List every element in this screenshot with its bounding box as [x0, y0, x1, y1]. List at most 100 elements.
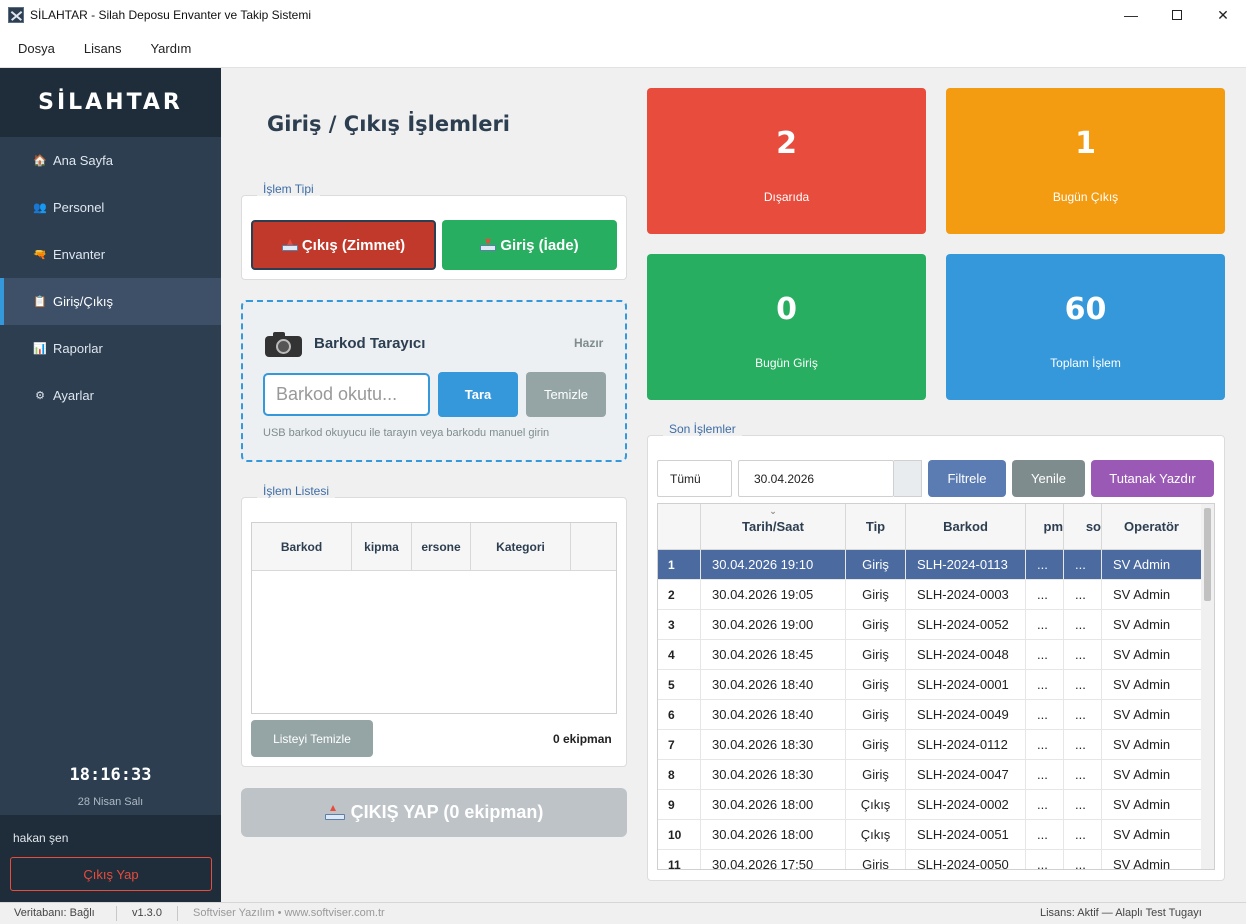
recent-transactions-table[interactable]: ⌄ Tarih/Saat Tip Barkod pm so Operatör 13…: [657, 503, 1215, 870]
table-row[interactable]: 10 30.04.2026 18:00 Çıkış SLH-2024-0051....…: [658, 820, 1202, 850]
app-icon: [8, 7, 24, 23]
stat-value: 0: [776, 292, 797, 327]
operator-cell: SV Admin: [1102, 550, 1202, 579]
column-header[interactable]: Kategori: [471, 523, 571, 570]
truncated-cell: ...: [1064, 730, 1102, 759]
table-row[interactable]: 3 30.04.2026 19:00 Giriş SLH-2024-0052.....…: [658, 610, 1202, 640]
menu-bar: Dosya Lisans Yardım: [0, 30, 1246, 68]
scanner-help-text: USB barkod okuyucu ile tarayın veya bark…: [263, 427, 550, 439]
operator-cell: SV Admin: [1102, 700, 1202, 729]
sidebar-item-2[interactable]: 🔫 Envanter: [0, 231, 221, 278]
date-filter-input[interactable]: 30.04.2026: [738, 460, 894, 497]
clear-barcode-button[interactable]: Temizle: [526, 372, 606, 417]
table-row[interactable]: 2 30.04.2026 19:05 Giriş SLH-2024-0003.....…: [658, 580, 1202, 610]
scan-button[interactable]: Tara: [438, 372, 518, 417]
logout-button[interactable]: Çıkış Yap: [10, 857, 212, 891]
truncated-cell: ...: [1026, 730, 1064, 759]
sidebar-item-3[interactable]: 📋 Giriş/Çıkış: [0, 278, 221, 325]
page-title: Giriş / Çıkış İşlemleri: [267, 112, 510, 136]
truncated-cell: ...: [1026, 610, 1064, 639]
barcode-cell: SLH-2024-0049: [906, 700, 1026, 729]
barcode-input[interactable]: [263, 373, 430, 416]
submit-checkout-button[interactable]: ÇIKIŞ YAP (0 ekipman): [241, 788, 627, 837]
column-header[interactable]: ⌄ Tarih/Saat: [701, 504, 846, 549]
sidebar-item-label: Personel: [53, 200, 105, 215]
table-row[interactable]: 11 30.04.2026 17:50 Giriş SLH-2024-0050....…: [658, 850, 1202, 869]
db-status: Veritabanı: Bağlı: [14, 907, 95, 919]
checkout-type-button[interactable]: Çıkış (Zimmet): [251, 220, 436, 270]
column-header[interactable]: kipma: [352, 523, 412, 570]
column-header[interactable]: Operatör: [1102, 504, 1202, 549]
sidebar-item-4[interactable]: 📊 Raporlar: [0, 325, 221, 372]
gun-icon: 🔫: [33, 248, 47, 261]
checkin-type-button[interactable]: Giriş (İade): [442, 220, 617, 270]
truncated-cell: ...: [1064, 580, 1102, 609]
operator-cell: SV Admin: [1102, 760, 1202, 789]
column-header[interactable]: Tip: [846, 504, 906, 549]
maximize-button[interactable]: [1154, 0, 1200, 30]
table-row[interactable]: 9 30.04.2026 18:00 Çıkış SLH-2024-0002.....…: [658, 790, 1202, 820]
chart-icon: 📊: [33, 342, 47, 355]
truncated-cell: ...: [1064, 760, 1102, 789]
table-row[interactable]: 5 30.04.2026 18:40 Giriş SLH-2024-0001.....…: [658, 670, 1202, 700]
table-row[interactable]: 6 30.04.2026 18:40 Giriş SLH-2024-0049.....…: [658, 700, 1202, 730]
filter-button[interactable]: Filtrele: [928, 460, 1006, 497]
sidebar-item-label: Giriş/Çıkış: [53, 294, 113, 309]
menu-lisans[interactable]: Lisans: [74, 41, 132, 56]
table-row[interactable]: 4 30.04.2026 18:45 Giriş SLH-2024-0048.....…: [658, 640, 1202, 670]
barcode-cell: SLH-2024-0002: [906, 790, 1026, 819]
sidebar-item-5[interactable]: ⚙ Ayarlar: [0, 372, 221, 419]
row-number: 1: [658, 550, 701, 579]
type-cell: Çıkış: [846, 790, 906, 819]
barcode-cell: SLH-2024-0001: [906, 670, 1026, 699]
outbox-icon: [281, 239, 298, 251]
menu-dosya[interactable]: Dosya: [8, 41, 65, 56]
truncated-cell: ...: [1026, 790, 1064, 819]
type-cell: Giriş: [846, 730, 906, 759]
recent-table-header: ⌄ Tarih/Saat Tip Barkod pm so Operatör: [658, 504, 1202, 550]
transaction-list-table[interactable]: Barkod kipma ersone Kategori: [251, 522, 617, 714]
transaction-list-label: İşlem Listesi: [257, 484, 336, 498]
submit-checkout-label: ÇIKIŞ YAP (0 ekipman): [350, 802, 544, 822]
barcode-cell: SLH-2024-0047: [906, 760, 1026, 789]
close-button[interactable]: ✕: [1200, 0, 1246, 30]
maximize-icon: [1172, 10, 1182, 20]
type-cell: Giriş: [846, 760, 906, 789]
table-scrollbar[interactable]: [1201, 504, 1214, 869]
operator-cell: SV Admin: [1102, 730, 1202, 759]
date-picker-button[interactable]: [894, 460, 922, 497]
scrollbar-thumb[interactable]: [1204, 508, 1211, 601]
stat-card-today-out: 1 Bugün Çıkış: [946, 88, 1225, 234]
type-cell: Giriş: [846, 610, 906, 639]
table-row[interactable]: 8 30.04.2026 18:30 Giriş SLH-2024-0047.....…: [658, 760, 1202, 790]
sort-icon: ⌄: [769, 506, 777, 516]
clear-list-button[interactable]: Listeyi Temizle: [251, 720, 373, 757]
clipboard-icon: 📋: [33, 295, 47, 308]
print-report-button[interactable]: Tutanak Yazdır: [1091, 460, 1214, 497]
refresh-button[interactable]: Yenile: [1012, 460, 1085, 497]
table-row[interactable]: 7 30.04.2026 18:30 Giriş SLH-2024-0112.....…: [658, 730, 1202, 760]
truncated-cell: ...: [1026, 820, 1064, 849]
type-filter-select[interactable]: Tümü: [657, 460, 732, 497]
column-header[interactable]: ersone: [412, 523, 471, 570]
clock: 18:16:33: [69, 765, 152, 785]
row-number-header: [658, 504, 701, 549]
column-header[interactable]: pm: [1026, 504, 1064, 549]
sidebar-item-1[interactable]: 👥 Personel: [0, 184, 221, 231]
date-cell: 30.04.2026 18:00: [701, 820, 846, 849]
column-header[interactable]: so: [1064, 504, 1102, 549]
scanner-title: Barkod Tarayıcı: [314, 335, 426, 352]
column-header[interactable]: Barkod: [906, 504, 1026, 549]
menu-yardim[interactable]: Yardım: [140, 41, 201, 56]
outbox-icon: [324, 805, 345, 820]
truncated-cell: ...: [1026, 700, 1064, 729]
date-cell: 30.04.2026 18:40: [701, 670, 846, 699]
table-row[interactable]: 1 30.04.2026 19:10 Giriş SLH-2024-0113.....…: [658, 550, 1202, 580]
truncated-cell: ...: [1026, 580, 1064, 609]
date-cell: 30.04.2026 18:00: [701, 790, 846, 819]
minimize-button[interactable]: —: [1108, 0, 1154, 30]
sidebar-item-0[interactable]: 🏠 Ana Sayfa: [0, 137, 221, 184]
row-number: 11: [658, 850, 701, 869]
column-header[interactable]: Barkod: [252, 523, 352, 570]
type-cell: Giriş: [846, 640, 906, 669]
